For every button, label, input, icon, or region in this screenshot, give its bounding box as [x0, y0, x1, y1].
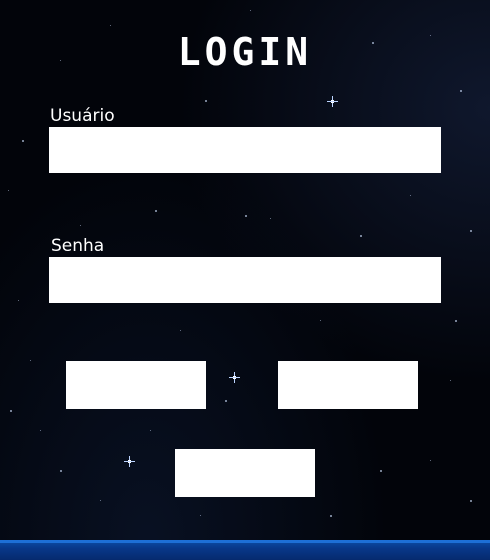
- star: [270, 218, 271, 219]
- star: [205, 100, 207, 102]
- star: [450, 380, 451, 381]
- star: [80, 225, 81, 226]
- star: [150, 430, 151, 431]
- star-sparkle-icon: [124, 456, 135, 467]
- star: [380, 470, 382, 472]
- star: [30, 360, 31, 361]
- username-label: Usuário: [50, 106, 115, 126]
- username-input[interactable]: [49, 127, 441, 173]
- star: [18, 300, 19, 301]
- star: [110, 25, 111, 26]
- left-action-button[interactable]: [66, 361, 206, 409]
- star: [410, 195, 411, 196]
- star: [245, 215, 247, 217]
- center-action-button[interactable]: [175, 449, 315, 497]
- star: [22, 140, 24, 142]
- password-input[interactable]: [49, 257, 441, 303]
- star: [320, 320, 321, 321]
- star: [455, 320, 457, 322]
- star: [180, 330, 181, 331]
- star: [470, 230, 472, 232]
- star: [200, 515, 201, 516]
- star: [225, 400, 227, 402]
- star: [8, 190, 9, 191]
- star: [360, 235, 362, 237]
- star-sparkle-icon: [229, 372, 240, 383]
- password-label: Senha: [51, 236, 105, 256]
- footer-bar: [0, 540, 490, 560]
- star: [470, 500, 472, 502]
- star: [330, 515, 332, 517]
- right-action-button[interactable]: [278, 361, 418, 409]
- star: [430, 460, 431, 461]
- star: [60, 470, 62, 472]
- star: [40, 430, 41, 431]
- page-title: LOGIN: [177, 30, 313, 74]
- star-sparkle-icon: [327, 96, 338, 107]
- star: [100, 500, 101, 501]
- star: [155, 210, 157, 212]
- star: [460, 90, 462, 92]
- star: [250, 10, 251, 11]
- star: [10, 410, 12, 412]
